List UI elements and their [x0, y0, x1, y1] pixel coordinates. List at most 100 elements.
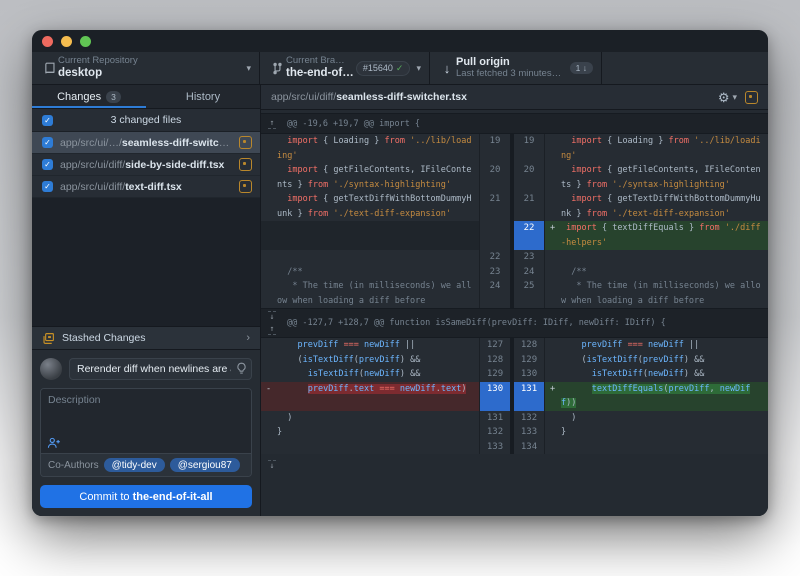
zoom-button[interactable]: [80, 36, 91, 47]
code-cell-right[interactable]: /**: [545, 265, 768, 280]
new-line-number[interactable]: 134: [514, 440, 545, 455]
code-cell-left[interactable]: [261, 250, 479, 265]
code-cell-right[interactable]: }: [545, 425, 768, 440]
new-line-number[interactable]: 130: [514, 367, 545, 382]
code-cell-right[interactable]: [545, 250, 768, 265]
old-line-number[interactable]: 130: [479, 382, 510, 411]
code-cell-right[interactable]: import { Loading } from '../lib/loading': [545, 134, 768, 163]
old-line-number[interactable]: 133: [479, 440, 510, 455]
repo-name: desktop: [58, 67, 240, 80]
new-line-number[interactable]: 25: [514, 279, 545, 308]
file-row[interactable]: ✓app/src/ui/diff/text-diff.tsx: [32, 176, 260, 198]
code-cell-left[interactable]: prevDiff === newDiff ||: [261, 338, 479, 353]
close-button[interactable]: [42, 36, 53, 47]
diff-line[interactable]: import { getTextDiffWithBottomDummyHunk …: [261, 192, 768, 221]
pull-origin-button[interactable]: ↓ Pull origin Last fetched 3 minutes ago…: [430, 52, 602, 84]
coauthor-pill[interactable]: @sergiou87: [170, 458, 240, 472]
diff-line[interactable]: 22 23: [261, 250, 768, 265]
new-line-number[interactable]: 20: [514, 163, 545, 192]
old-line-number[interactable]: 132: [479, 425, 510, 440]
diff-line[interactable]: * The time (in milliseconds) we allow wh…: [261, 279, 768, 308]
new-line-number[interactable]: 129: [514, 353, 545, 368]
old-line-number[interactable]: [479, 221, 510, 250]
new-line-number[interactable]: 131: [514, 382, 545, 411]
code-cell-right[interactable]: import { getTextDiffWithBottomDummyHunk …: [545, 192, 768, 221]
file-checkbox[interactable]: ✓: [42, 137, 53, 148]
code-cell-left[interactable]: [261, 221, 479, 250]
new-line-number[interactable]: 128: [514, 338, 545, 353]
code-cell-left[interactable]: - prevDiff.text === newDiff.text): [261, 382, 479, 411]
old-line-number[interactable]: 22: [479, 250, 510, 265]
code-cell-left[interactable]: /**: [261, 265, 479, 280]
commit-button[interactable]: Commit to the-end-of-it-all: [40, 485, 252, 508]
old-line-number[interactable]: 23: [479, 265, 510, 280]
code-cell-left[interactable]: * The time (in milliseconds) we allow wh…: [261, 279, 479, 308]
expand-down-button[interactable]: ↓: [268, 311, 277, 322]
diff-line[interactable]: 22+ import { textDiffEquals } from './di…: [261, 221, 768, 250]
diff-line[interactable]: import { Loading } from '../lib/loading'…: [261, 134, 768, 163]
code-cell-left[interactable]: import { getFileContents, IFileContents …: [261, 163, 479, 192]
code-cell-left[interactable]: (isTextDiff(prevDiff) &&: [261, 353, 479, 368]
file-row[interactable]: ✓app/src/ui/…/seamless-diff-switcher.tsx: [32, 132, 260, 154]
old-line-number[interactable]: 24: [479, 279, 510, 308]
diff-line[interactable]: prevDiff === newDiff ||127128 prevDiff =…: [261, 338, 768, 353]
diff-line[interactable]: )131132 ): [261, 411, 768, 426]
code-cell-left[interactable]: }: [261, 425, 479, 440]
diff-line[interactable]: (isTextDiff(prevDiff) &&128129 (isTextDi…: [261, 353, 768, 368]
tab-history[interactable]: History: [146, 85, 260, 108]
new-line-number[interactable]: 132: [514, 411, 545, 426]
code-cell-right[interactable]: [545, 440, 768, 455]
code-cell-left[interactable]: import { getTextDiffWithBottomDummyHunk …: [261, 192, 479, 221]
summary-input[interactable]: [69, 358, 252, 380]
diff-line[interactable]: }132133}: [261, 425, 768, 440]
description-textarea[interactable]: [41, 389, 251, 435]
old-line-number[interactable]: 131: [479, 411, 510, 426]
new-line-number[interactable]: 23: [514, 250, 545, 265]
lightbulb-icon[interactable]: [236, 362, 247, 375]
old-line-number[interactable]: 19: [479, 134, 510, 163]
code-cell-left[interactable]: import { Loading } from '../lib/loading': [261, 134, 479, 163]
code-cell-right[interactable]: * The time (in milliseconds) we allow wh…: [545, 279, 768, 308]
stashed-changes-label: Stashed Changes: [62, 332, 239, 344]
code-cell-right[interactable]: + textDiffEquals(prevDiff, newDiff)): [545, 382, 768, 411]
new-line-number[interactable]: 133: [514, 425, 545, 440]
old-line-number[interactable]: 127: [479, 338, 510, 353]
add-coauthor-icon[interactable]: [47, 437, 61, 449]
pr-badge[interactable]: #15640 ✓: [356, 61, 411, 76]
code-cell-right[interactable]: prevDiff === newDiff ||: [545, 338, 768, 353]
diff-options-button[interactable]: ⚙▾: [718, 91, 737, 104]
stashed-changes-row[interactable]: Stashed Changes ›: [32, 326, 260, 350]
old-line-number[interactable]: 21: [479, 192, 510, 221]
minimize-button[interactable]: [61, 36, 72, 47]
code-cell-right[interactable]: import { getFileContents, IFileContents …: [545, 163, 768, 192]
file-checkbox[interactable]: ✓: [42, 181, 53, 192]
new-line-number[interactable]: 19: [514, 134, 545, 163]
expand-up-button[interactable]: ↑: [268, 118, 277, 129]
code-cell-right[interactable]: isTextDiff(newDiff) &&: [545, 367, 768, 382]
code-cell-right[interactable]: ): [545, 411, 768, 426]
diff-line[interactable]: - prevDiff.text === newDiff.text)130131+…: [261, 382, 768, 411]
diff-line[interactable]: import { getFileContents, IFileContents …: [261, 163, 768, 192]
file-checkbox[interactable]: ✓: [42, 159, 53, 170]
new-line-number[interactable]: 24: [514, 265, 545, 280]
file-row[interactable]: ✓app/src/ui/diff/side-by-side-diff.tsx: [32, 154, 260, 176]
diff-line[interactable]: /**2324 /**: [261, 265, 768, 280]
tab-changes[interactable]: Changes 3: [32, 85, 146, 108]
new-line-number[interactable]: 21: [514, 192, 545, 221]
coauthor-pill[interactable]: @tidy-dev: [104, 458, 165, 472]
old-line-number[interactable]: 20: [479, 163, 510, 192]
diff-line[interactable]: 133 134: [261, 440, 768, 455]
branch-selector-button[interactable]: Current Bra… the-end-of… #15640 ✓ ▾: [260, 52, 430, 84]
repo-selector-button[interactable]: Current Repository desktop ▾: [32, 52, 260, 84]
old-line-number[interactable]: 128: [479, 353, 510, 368]
code-cell-left[interactable]: isTextDiff(newDiff) &&: [261, 367, 479, 382]
code-cell-left[interactable]: [261, 440, 479, 455]
code-cell-right[interactable]: (isTextDiff(prevDiff) &&: [545, 353, 768, 368]
code-cell-left[interactable]: ): [261, 411, 479, 426]
expand-up-button[interactable]: ↑: [268, 324, 277, 335]
old-line-number[interactable]: 129: [479, 367, 510, 382]
diff-line[interactable]: isTextDiff(newDiff) &&129130 isTextDiff(…: [261, 367, 768, 382]
code-cell-right[interactable]: + import { textDiffEquals } from './diff…: [545, 221, 768, 250]
new-line-number[interactable]: 22: [514, 221, 545, 250]
expand-down-button[interactable]: ↓: [268, 460, 277, 471]
